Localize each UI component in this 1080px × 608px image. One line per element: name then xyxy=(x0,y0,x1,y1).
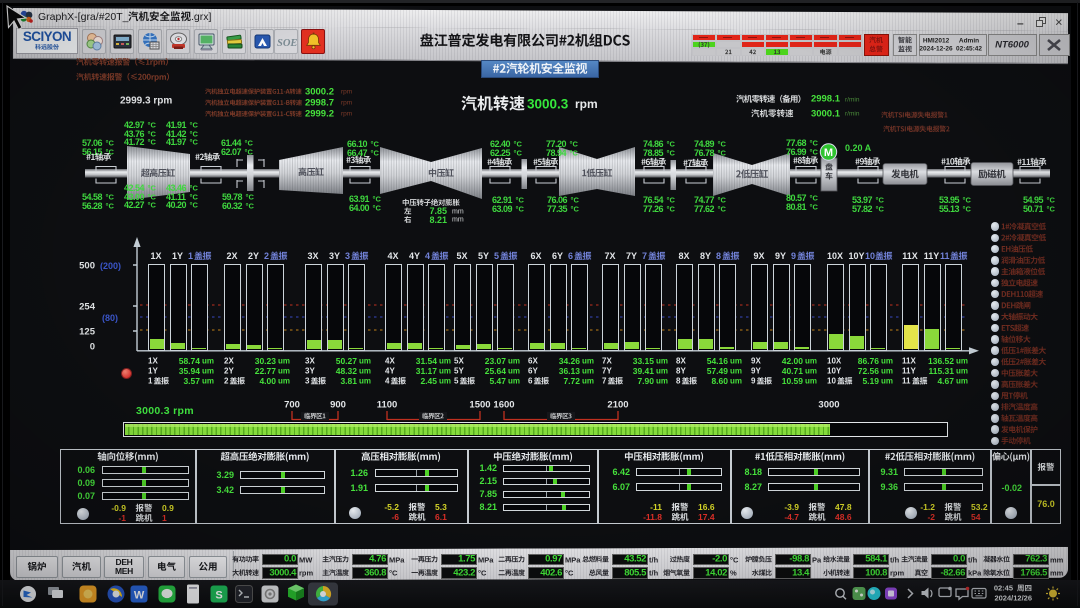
svg-text:W: W xyxy=(134,590,145,602)
svg-text:S: S xyxy=(215,590,222,602)
